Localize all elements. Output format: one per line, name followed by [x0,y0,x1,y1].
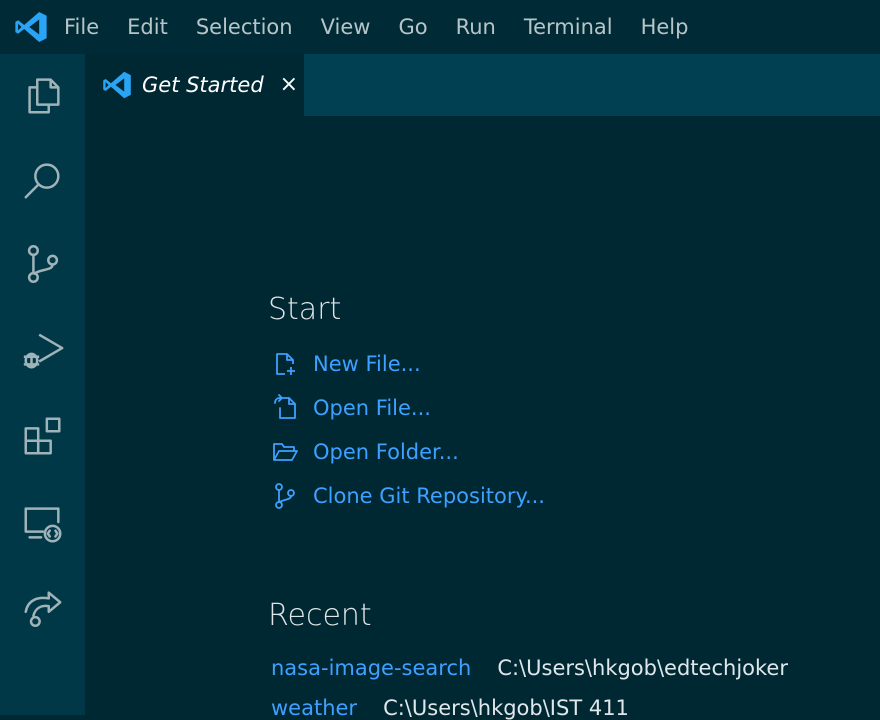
close-icon[interactable]: × [280,74,298,96]
extensions-icon[interactable] [0,401,85,471]
new-file-label: New File... [313,352,421,376]
open-file-link[interactable]: Open File... [271,391,431,425]
clone-git-repository-link[interactable]: Clone Git Repository... [271,479,545,513]
open-file-icon [274,394,296,419]
menu-selection[interactable]: Selection [182,0,307,54]
run-debug-icon[interactable] [0,315,85,385]
search-icon[interactable] [0,145,85,215]
open-folder-label: Open Folder... [313,440,459,464]
clone-git-repository-label: Clone Git Repository... [313,484,545,508]
tab-title: Get Started [142,73,264,97]
source-control-icon[interactable] [0,229,85,299]
files-icon[interactable] [0,60,85,130]
recent-item-path: C:\Users\hkgob\edtechjoker [497,656,788,680]
remote-explorer-icon[interactable] [0,489,85,559]
recent-item-path: C:\Users\hkgob\IST 411 [383,696,629,720]
new-file-icon [276,353,295,375]
activity-bar [0,54,85,715]
title-bar: File Edit Selection View Go Run Terminal… [0,0,880,54]
open-file-label: Open File... [313,396,431,420]
menu-view[interactable]: View [307,0,385,54]
recent-heading: Recent [268,598,372,633]
start-heading: Start [268,292,342,327]
menu-help[interactable]: Help [627,0,703,54]
recent-item-name[interactable]: weather [271,696,357,720]
menu-terminal[interactable]: Terminal [510,0,627,54]
open-folder-icon [273,443,298,461]
menu-run[interactable]: Run [442,0,510,54]
tab-bar: Get Started × [85,54,880,116]
live-share-icon[interactable] [0,573,85,643]
menu-go[interactable]: Go [384,0,441,54]
open-folder-link[interactable]: Open Folder... [271,435,459,469]
recent-item-name[interactable]: nasa-image-search [271,656,471,680]
menu-file[interactable]: File [62,0,113,54]
tab-get-started[interactable]: Get Started × [85,54,304,116]
welcome-page: Start New File... Open File... Open Fold… [85,116,880,720]
new-file-link[interactable]: New File... [271,347,421,381]
vscode-logo-icon [102,70,132,100]
recent-item: nasa-image-search C:\Users\hkgob\edtechj… [271,656,788,680]
menu-bar: File Edit Selection View Go Run Terminal… [62,0,702,54]
vscode-logo-icon [14,10,48,44]
recent-item: weather C:\Users\hkgob\IST 411 [271,696,629,720]
git-branch-icon [275,483,295,509]
menu-edit[interactable]: Edit [113,0,182,54]
